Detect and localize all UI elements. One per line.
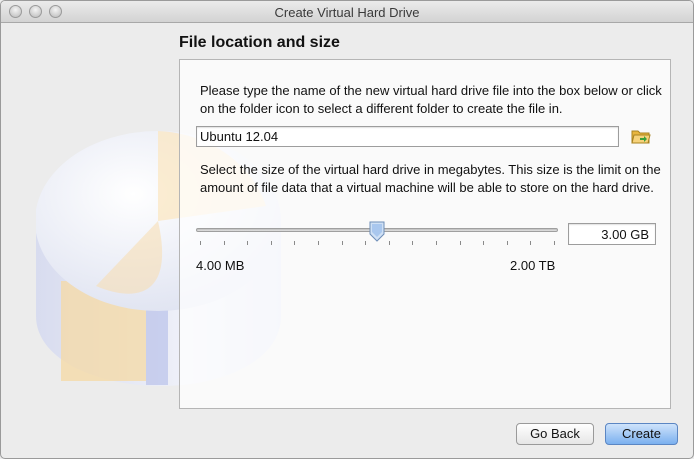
location-description: Please type the name of the new virtual … — [200, 83, 662, 116]
slider-tick — [318, 241, 319, 245]
slider-tick — [530, 241, 532, 245]
go-back-button[interactable]: Go Back — [516, 423, 594, 445]
title-bar: Create Virtual Hard Drive — [1, 1, 693, 23]
slider-tick — [365, 241, 367, 245]
slider-tick — [459, 241, 461, 245]
slider-tick — [412, 241, 414, 245]
create-button[interactable]: Create — [605, 423, 678, 445]
window-title: Create Virtual Hard Drive — [274, 5, 420, 20]
file-name-input[interactable] — [196, 126, 619, 147]
size-slider[interactable] — [196, 221, 558, 247]
slider-tick — [436, 241, 437, 245]
slider-tick — [294, 241, 296, 245]
slider-tick — [200, 241, 201, 245]
size-input[interactable] — [568, 223, 656, 245]
slider-tick — [506, 241, 508, 245]
slider-tick — [554, 241, 555, 245]
slider-tick — [483, 241, 485, 245]
slider-tick — [388, 241, 390, 245]
size-description: Select the size of the virtual hard driv… — [200, 162, 661, 195]
slider-tick — [223, 241, 225, 245]
slider-tick — [247, 241, 249, 245]
dialog-window: Create Virtual Hard Drive File location … — [0, 0, 694, 459]
page-title: File location and size — [179, 34, 340, 51]
slider-tick — [270, 241, 272, 245]
slider-thumb[interactable] — [368, 221, 386, 242]
slider-min-label: 4.00 MB — [196, 258, 245, 273]
slider-tick — [341, 241, 343, 245]
folder-open-icon[interactable] — [631, 127, 651, 145]
slider-max-label: 2.00 TB — [510, 258, 556, 273]
